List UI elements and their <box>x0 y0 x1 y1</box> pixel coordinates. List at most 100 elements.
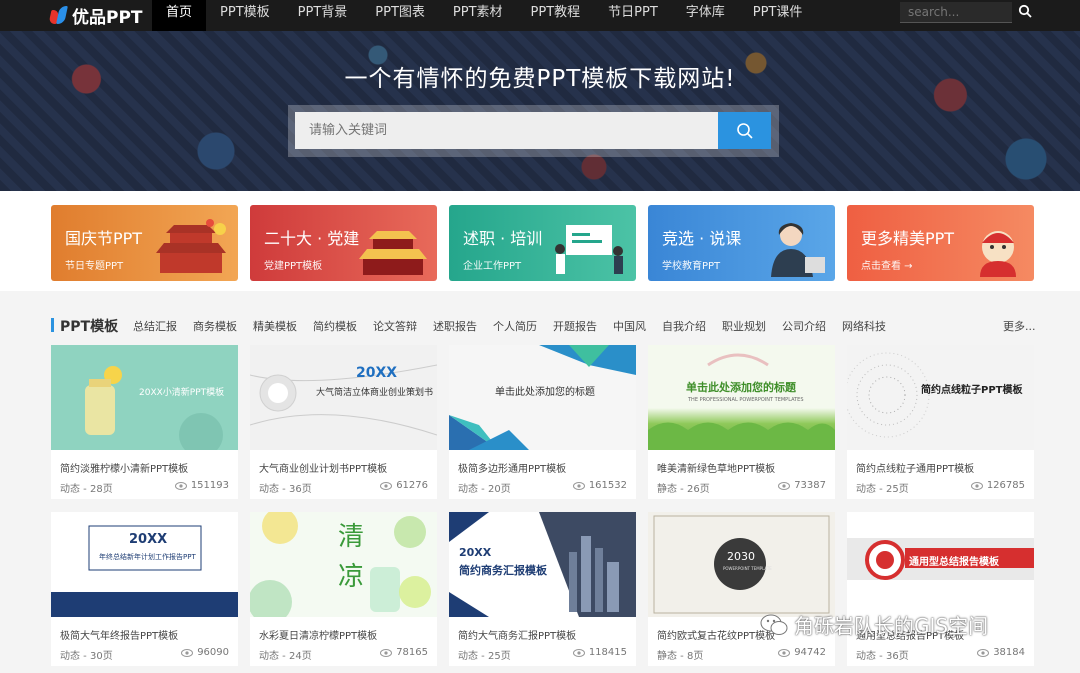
tag-link[interactable]: 自我介绍 <box>662 318 706 334</box>
thumbnail-title: 20XX <box>129 532 168 547</box>
category-campaign-lecture[interactable]: 竞选 · 说课 学校教育PPT <box>648 205 835 281</box>
nav-item-ppt-material[interactable]: PPT素材 <box>439 0 517 31</box>
card-meta: 动态 - 25页 <box>458 651 511 662</box>
card-title[interactable]: 极简大气年终报告PPT模板 <box>60 627 232 642</box>
category-subtitle: 节日专题PPT <box>65 261 124 272</box>
tag-link[interactable]: 网络科技 <box>842 318 886 334</box>
tag-link[interactable]: 简约模板 <box>313 318 357 334</box>
category-party-building[interactable]: 二十大 · 党建 党建PPT模板 <box>250 205 437 281</box>
template-card[interactable]: 20XX 年终总结新年计划工作报告PPT 极简大气年终报告PPT模板 动态 - … <box>51 512 238 666</box>
template-card[interactable]: 单击此处添加您的标题 THE PROFESSIONAL POWERPOINT T… <box>648 345 835 499</box>
template-card[interactable]: 2030 POWERPOINT TEMPLATE 简约欧式复古花纹PPT模板 静… <box>648 512 835 666</box>
thumbnail-title: 单击此处添加您的标题 <box>686 381 796 394</box>
template-thumbnail[interactable]: 20XX 大气简洁立体商业创业策划书 <box>250 345 437 450</box>
tag-link[interactable]: 职业规划 <box>722 318 766 334</box>
template-card[interactable]: 简约点线粒子PPT模板 简约点线粒子通用PPT模板 动态 - 25页 12678… <box>847 345 1034 499</box>
site-logo[interactable]: 优品PPT <box>48 0 143 31</box>
more-link[interactable]: 更多... <box>1003 318 1036 334</box>
view-count: 126785 <box>986 480 1025 491</box>
eye-icon <box>778 648 791 657</box>
category-title: 二十大 · 党建 <box>264 229 360 248</box>
template-card[interactable]: 通用型总结报告模板 通用型总结报告PPT模板 动态 - 36页 38184 <box>847 512 1034 666</box>
nav-item-ppt-tutorial[interactable]: PPT教程 <box>517 0 595 31</box>
tag-link[interactable]: 述职报告 <box>433 318 477 334</box>
thumbnail-title: 通用型总结报告模板 <box>909 557 999 568</box>
view-count: 94742 <box>794 647 826 658</box>
view-count: 78165 <box>396 647 428 658</box>
tag-link[interactable]: 个人简历 <box>493 318 537 334</box>
hero-search-button[interactable] <box>718 112 771 149</box>
view-count: 96090 <box>197 647 229 658</box>
presentation-board-icon <box>555 225 623 274</box>
nav-item-fonts[interactable]: 字体库 <box>672 0 739 31</box>
nav-item-ppt-courseware[interactable]: PPT课件 <box>739 0 817 31</box>
template-card[interactable]: 清 凉 水彩夏日清凉柠檬PPT模板 动态 - 24页 78165 <box>250 512 437 666</box>
eye-icon <box>572 481 585 490</box>
card-meta: 动态 - 28页 <box>60 484 113 495</box>
nav-item-ppt-background[interactable]: PPT背景 <box>284 0 362 31</box>
section-accent-bar <box>51 318 54 332</box>
template-thumbnail[interactable]: 2030 POWERPOINT TEMPLATE <box>648 512 835 617</box>
nav-item-home[interactable]: 首页 <box>152 0 207 31</box>
hero-title: 一个有情怀的免费PPT模板下载网站! <box>344 66 736 92</box>
nav-item-holiday-ppt[interactable]: 节日PPT <box>594 0 672 31</box>
watermark-text: 角砾岩队长的GIS空间 <box>794 614 989 638</box>
template-thumbnail[interactable]: 20XX 年终总结新年计划工作报告PPT <box>51 512 238 617</box>
tag-link[interactable]: 公司介绍 <box>782 318 826 334</box>
card-views: 78165 <box>380 647 428 658</box>
card-title[interactable]: 水彩夏日清凉柠檬PPT模板 <box>259 627 431 642</box>
template-thumbnail[interactable]: 单击此处添加您的标题 <box>449 345 636 450</box>
template-thumbnail[interactable]: 清 凉 <box>250 512 437 617</box>
card-title[interactable]: 简约大气商务汇报PPT模板 <box>458 627 630 642</box>
top-nav: 优品PPT 首页 PPT模板 PPT背景 PPT图表 PPT素材 PPT教程 节… <box>0 0 1080 31</box>
template-thumbnail[interactable]: 单击此处添加您的标题 THE PROFESSIONAL POWERPOINT T… <box>648 345 835 450</box>
thumbnail-title: 简约点线粒子PPT模板 <box>921 385 1023 396</box>
card-title[interactable]: 大气商业创业计划书PPT模板 <box>259 460 431 475</box>
tag-link[interactable]: 总结汇报 <box>133 318 177 334</box>
tag-link[interactable]: 开题报告 <box>553 318 597 334</box>
nav-search-input[interactable] <box>900 2 1012 23</box>
tag-link[interactable]: 商务模板 <box>193 318 237 334</box>
card-views: 126785 <box>970 480 1025 491</box>
nav-item-ppt-chart[interactable]: PPT图表 <box>361 0 439 31</box>
category-title: 述职 · 培训 <box>463 229 543 248</box>
tag-link[interactable]: 论文答辩 <box>373 318 417 334</box>
card-title[interactable]: 唯美清新绿色草地PPT模板 <box>657 460 829 475</box>
thumbnail-title: 清 <box>338 522 365 552</box>
tag-link[interactable]: 中国风 <box>613 318 646 334</box>
card-title[interactable]: 简约淡雅柠檬小清新PPT模板 <box>60 460 232 475</box>
category-national-day[interactable]: 国庆节PPT 节日专题PPT <box>51 205 238 281</box>
template-thumbnail[interactable]: 通用型总结报告模板 <box>847 512 1034 617</box>
category-title: 更多精美PPT <box>861 229 955 248</box>
logo-text: 优品PPT <box>72 8 143 28</box>
thumbnail-title: 20XX <box>356 365 398 381</box>
hero-search-input[interactable] <box>295 112 718 149</box>
template-card[interactable]: 20XX 简约商务汇报模板 简约大气商务汇报PPT模板 动态 - 25页 118… <box>449 512 636 666</box>
template-thumbnail[interactable]: 20XX 简约商务汇报模板 <box>449 512 636 617</box>
card-title[interactable]: 简约点线粒子通用PPT模板 <box>856 460 1028 475</box>
thumbnail-subtitle: 年终总结新年计划工作报告PPT <box>99 553 196 561</box>
thumbnail-subtitle: 大气简洁立体商业创业策划书 <box>316 388 434 398</box>
category-more-ppt[interactable]: 更多精美PPT 点击查看 → <box>847 205 1034 281</box>
template-thumbnail[interactable]: 简约点线粒子PPT模板 <box>847 345 1034 450</box>
tag-link[interactable]: 精美模板 <box>253 318 297 334</box>
category-subtitle: 企业工作PPT <box>463 261 522 272</box>
category-title: 竞选 · 说课 <box>662 229 742 248</box>
nav-item-ppt-template[interactable]: PPT模板 <box>206 0 284 31</box>
card-title[interactable]: 极简多边形通用PPT模板 <box>458 460 630 475</box>
thumbnail-title: 2030 <box>727 550 755 563</box>
tiananmen-icon <box>156 219 226 273</box>
template-card[interactable]: 单击此处添加您的标题 极简多边形通用PPT模板 动态 - 20页 161532 <box>449 345 636 499</box>
template-thumbnail[interactable]: 20XX小清新PPT模板 <box>51 345 238 450</box>
template-card[interactable]: 20XX 大气简洁立体商业创业策划书 大气商业创业计划书PPT模板 动态 - 3… <box>250 345 437 499</box>
template-card[interactable]: 20XX小清新PPT模板 简约淡雅柠檬小清新PPT模板 动态 - 28页 151… <box>51 345 238 499</box>
title-frame-icon <box>51 525 238 617</box>
search-icon[interactable] <box>1018 4 1032 18</box>
category-report-training[interactable]: 述职 · 培训 企业工作PPT <box>449 205 636 281</box>
card-meta: 动态 - 20页 <box>458 484 511 495</box>
card-views: 161532 <box>572 480 627 491</box>
card-meta: 静态 - 26页 <box>657 484 710 495</box>
eye-icon <box>970 481 983 490</box>
view-count: 118415 <box>588 647 627 658</box>
logo-mark-icon <box>48 5 68 26</box>
